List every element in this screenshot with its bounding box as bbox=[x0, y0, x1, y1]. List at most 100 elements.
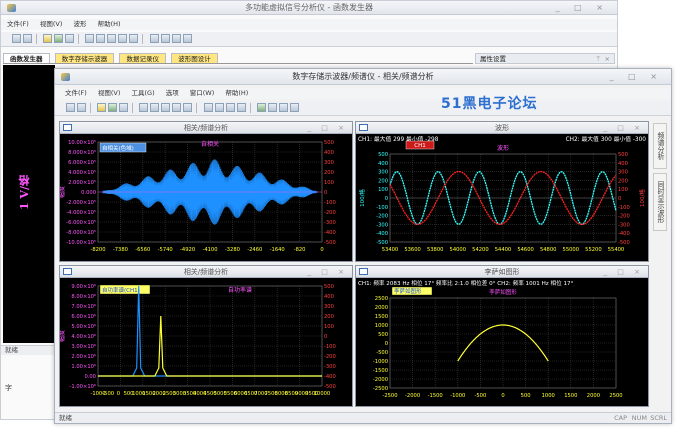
back-window-controls[interactable]: _ □ × bbox=[556, 1, 609, 15]
front-menu-options[interactable]: 选项 bbox=[166, 89, 179, 97]
front-statusbar: 就绪 CAP NUM SCRL bbox=[55, 412, 671, 423]
tool-icon[interactable] bbox=[161, 103, 171, 112]
tool-icon[interactable] bbox=[149, 34, 159, 43]
x-tick: 54600 bbox=[517, 247, 534, 253]
panel-titlebar[interactable]: 相关/频谱分析 _ □ × bbox=[60, 266, 352, 278]
property-panel-header: 属性设置 ᛘ × bbox=[475, 53, 615, 64]
front-menu-view[interactable]: 视图(V) bbox=[98, 89, 121, 97]
y-tick-right: -100 bbox=[324, 200, 336, 206]
y-tick-left: 2.000×10⁵ bbox=[68, 180, 96, 186]
tab-data-recorder[interactable]: 数据记录仪 bbox=[119, 53, 166, 63]
tool-icon[interactable] bbox=[203, 103, 213, 112]
zoom-icon[interactable] bbox=[108, 103, 118, 112]
tool-icon[interactable] bbox=[150, 103, 160, 112]
y-tick-left: 3.00×10⁶ bbox=[71, 344, 96, 350]
tool-icon[interactable] bbox=[160, 34, 170, 43]
tool-icon[interactable] bbox=[96, 34, 106, 43]
hand-icon[interactable] bbox=[43, 34, 53, 43]
panel-controls[interactable]: _ □ × bbox=[308, 266, 348, 278]
back-menu-wave[interactable]: 波形 bbox=[74, 20, 87, 28]
y-tick-left: 300 bbox=[378, 170, 388, 176]
tool-icon[interactable] bbox=[267, 103, 277, 112]
y-tick: 2000 bbox=[375, 305, 388, 311]
panel-titlebar[interactable]: 李萨如图形 _ □ × bbox=[356, 266, 648, 278]
chart-icon[interactable] bbox=[66, 103, 75, 112]
back-menubar: 文件(F) 视图(V) 波形 帮助(H) bbox=[1, 19, 617, 30]
x-tick: 55000 bbox=[563, 247, 580, 253]
x-tick: 1000 bbox=[542, 393, 555, 399]
tool-icon[interactable] bbox=[85, 34, 95, 43]
hand-icon[interactable] bbox=[97, 103, 107, 112]
y-tick-right: -500 bbox=[324, 240, 336, 246]
front-menu-window[interactable]: 窗口(W) bbox=[190, 89, 215, 97]
close-icon[interactable]: × bbox=[605, 54, 610, 64]
y-tick-right: 400 bbox=[324, 294, 334, 300]
y-tick-left: 1.00×10⁶ bbox=[71, 364, 96, 370]
y-tick-left: 4.000×10⁵ bbox=[68, 170, 96, 176]
zoom-icon[interactable] bbox=[54, 34, 64, 43]
chart-icon[interactable] bbox=[12, 34, 21, 43]
x-tick: -2460 bbox=[247, 247, 262, 253]
plot-title: 自相关 bbox=[201, 140, 219, 148]
grid-icon[interactable] bbox=[65, 34, 75, 43]
panel-titlebar[interactable]: 相关/频谱分析 _ □ × bbox=[60, 122, 352, 134]
pin-icon[interactable]: ᛘ bbox=[596, 54, 600, 64]
tab-function-generator[interactable]: 函数发生器 bbox=[3, 53, 50, 63]
tool-icon[interactable] bbox=[256, 103, 266, 112]
tool-icon[interactable] bbox=[107, 34, 117, 43]
y-tick-right: 500 bbox=[324, 140, 334, 146]
plot-power-spectrum[interactable]: 9.00×10⁶ 8.00×10⁶ 7.00×10⁶ 6.00×10⁶ 5.00×10⁶… bbox=[60, 278, 352, 406]
tool-icon[interactable] bbox=[171, 34, 181, 43]
tab-storage-scope[interactable]: 数字存储示波器 bbox=[54, 53, 115, 63]
tool-icon[interactable] bbox=[118, 34, 128, 43]
panel-titlebar[interactable]: 波形 _ □ × bbox=[356, 122, 648, 134]
tool-icon[interactable] bbox=[278, 103, 288, 112]
tool-icon[interactable] bbox=[214, 103, 224, 112]
side-tab-simultaneous[interactable]: 同时显示波形 bbox=[653, 173, 667, 231]
back-window-titlebar[interactable]: 多功能虚拟信号分析仪 - 函数发生器 _ □ × bbox=[1, 1, 617, 15]
back-graph-area: 1 V/格 bbox=[3, 65, 55, 343]
tab-wave-design[interactable]: 波形图设计 bbox=[171, 53, 218, 63]
ch2-stats: CH2: 最大值 300 最小值 -300 bbox=[566, 135, 647, 143]
x-tick: -4100 bbox=[202, 247, 217, 253]
panel-correlation-bottom: 相关/频谱分析 _ □ × 9.00×10⁶ 8.00×10⁶ 7.00×10⁶ 6.0… bbox=[59, 265, 353, 407]
tool-icon[interactable] bbox=[183, 103, 193, 112]
y-tick: -1500 bbox=[373, 368, 388, 374]
panel-controls[interactable]: _ □ × bbox=[604, 122, 644, 134]
tool-icon[interactable] bbox=[236, 103, 246, 112]
arrow-icon[interactable] bbox=[77, 103, 86, 112]
front-window-controls[interactable]: _ □ × bbox=[610, 69, 663, 85]
tool-icon[interactable] bbox=[182, 34, 192, 43]
x-tick: -8200 bbox=[90, 247, 105, 253]
front-menu-help[interactable]: 帮助(H) bbox=[225, 89, 248, 97]
front-menu-file[interactable]: 文件(F) bbox=[65, 89, 87, 97]
plot-waveform[interactable]: CH1: 最大值 299 最小值 -298 CH2: 最大值 300 最小值 -3… bbox=[356, 134, 648, 261]
back-menu-help[interactable]: 帮助(H) bbox=[98, 20, 121, 28]
x-tick: -4920 bbox=[180, 247, 195, 253]
tool-icon[interactable] bbox=[289, 103, 299, 112]
back-menu-view[interactable]: 视图(V) bbox=[40, 20, 63, 28]
x-tick: 55400 bbox=[608, 247, 625, 253]
tool-icon[interactable] bbox=[129, 34, 139, 43]
x-tick: 0 bbox=[117, 391, 120, 397]
arrow-icon[interactable] bbox=[23, 34, 32, 43]
y-tick-right: 0 bbox=[618, 196, 621, 202]
panel-title: 李萨如图形 bbox=[484, 268, 520, 276]
plot-title: 波形 bbox=[497, 144, 509, 152]
y-tick-right: 0 bbox=[324, 334, 327, 340]
plot-lissajous[interactable]: CH1: 频率 2083 Hz 相位 17° 频率比 2:1.0 相位差 0° … bbox=[356, 278, 648, 406]
tool-icon[interactable] bbox=[225, 103, 235, 112]
panel-controls[interactable]: _ □ × bbox=[604, 266, 644, 278]
front-window-titlebar[interactable]: 数字存储示波器/频谱仪 - 相关/频谱分析 _ □ × bbox=[55, 69, 671, 85]
front-menu-tools[interactable]: 工具(G) bbox=[132, 89, 155, 97]
panel-controls[interactable]: _ □ × bbox=[308, 122, 348, 134]
tool-icon[interactable] bbox=[139, 103, 149, 112]
back-y-axis-label: 1 V/格 bbox=[18, 175, 31, 211]
plot-autocorrelation[interactable]: 10.00×10⁵ 8.000×10⁵ 6.000×10⁵ 4.000×10⁵ 2.00… bbox=[60, 134, 352, 261]
grid-icon[interactable] bbox=[119, 103, 129, 112]
side-tab-spectrum[interactable]: 频谱分析 bbox=[653, 123, 667, 169]
tool-icon[interactable] bbox=[172, 103, 182, 112]
back-menu-file[interactable]: 文件(F) bbox=[7, 20, 29, 28]
window-icon bbox=[63, 124, 72, 131]
y-tick-right: 400 bbox=[324, 150, 334, 156]
